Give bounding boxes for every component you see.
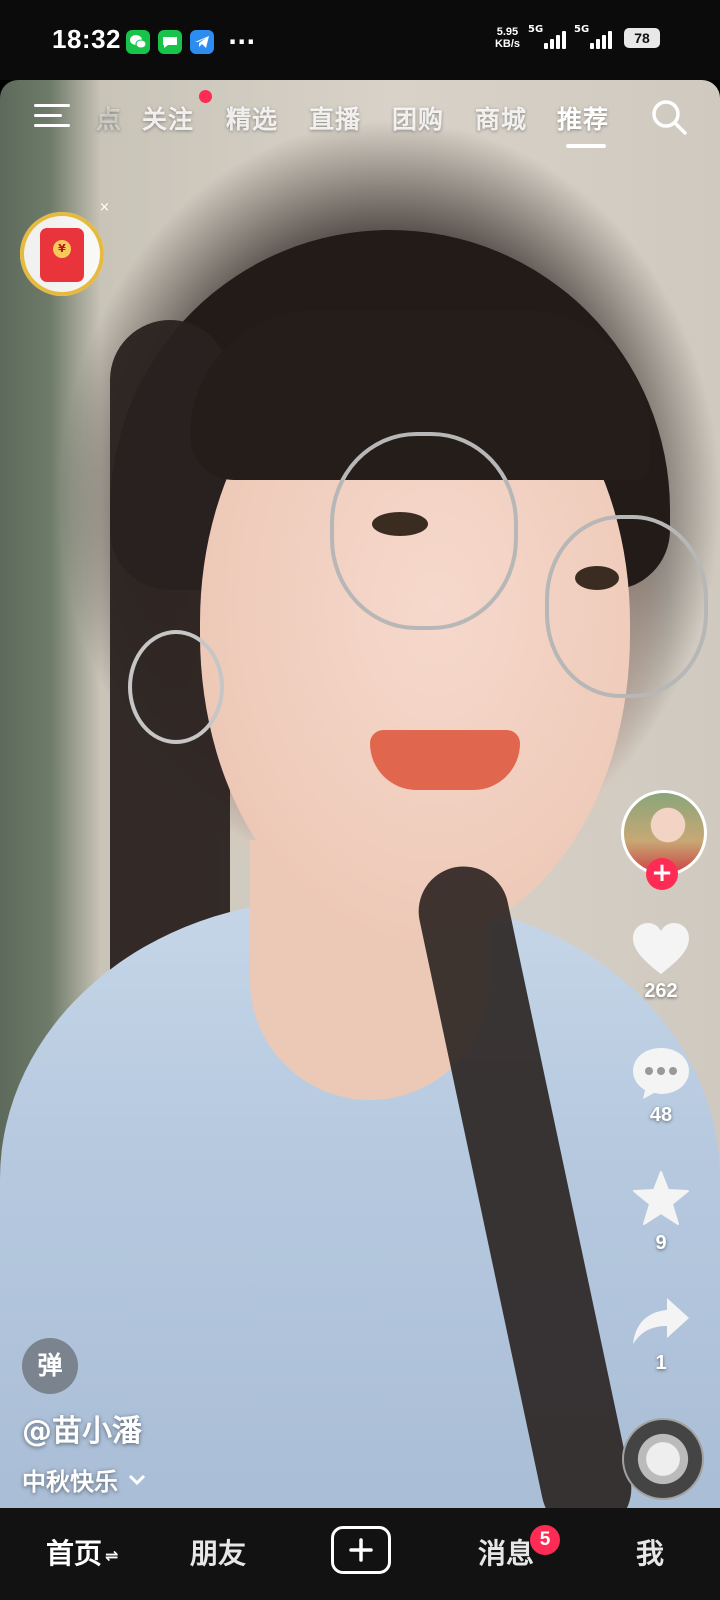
battery-indicator: 78 — [624, 28, 660, 48]
heart-icon — [633, 923, 689, 974]
favorite-count: 9 — [655, 1232, 667, 1254]
danmu-toggle-button[interactable]: 弹 — [22, 1338, 78, 1394]
tab-partial[interactable]: 点 — [96, 100, 122, 136]
search-icon[interactable] — [650, 98, 687, 135]
comment-button[interactable]: 48 — [626, 1046, 696, 1127]
share-button[interactable]: 1 — [626, 1296, 696, 1375]
chevron-down-icon — [128, 1474, 146, 1485]
tab-live[interactable]: 直播 — [309, 100, 361, 136]
messages-badge: 5 — [530, 1525, 560, 1555]
share-count: 1 — [655, 1352, 667, 1374]
follow-button[interactable]: + — [646, 858, 678, 890]
share-icon — [633, 1298, 689, 1344]
nav-messages[interactable]: 消息 — [478, 1532, 534, 1572]
signal-2-icon: 5G — [574, 24, 616, 49]
video-caption[interactable]: 中秋快乐 — [22, 1462, 146, 1497]
switch-icon: ⇌ — [105, 1545, 119, 1565]
music-disc[interactable] — [622, 1418, 704, 1500]
nav-me[interactable]: 我 — [636, 1532, 664, 1572]
tab-featured[interactable]: 精选 — [226, 100, 278, 136]
nav-home[interactable]: 首页 ⇌ — [46, 1532, 118, 1572]
caption-text: 中秋快乐 — [22, 1468, 118, 1496]
menu-icon[interactable] — [34, 100, 72, 132]
status-indicators: 5.95 KB/s 5G 5G 78 — [494, 24, 660, 50]
red-packet-widget[interactable]: ¥ — [20, 212, 104, 296]
create-button[interactable] — [331, 1526, 391, 1574]
red-packet-close-icon[interactable]: × — [99, 200, 110, 215]
message-app-icon — [158, 30, 182, 54]
nav-friends[interactable]: 朋友 — [190, 1532, 246, 1572]
tab-mall[interactable]: 商城 — [475, 100, 527, 136]
follow-notification-dot — [199, 90, 212, 103]
status-bar: 18:32 ··· 5.95 KB/s 5G 5G 78 — [0, 0, 720, 80]
status-time: 18:32 — [52, 24, 121, 54]
signal-1-icon: 5G — [528, 24, 566, 49]
tab-group-buy[interactable]: 团购 — [392, 100, 444, 136]
tab-recommend[interactable]: 推荐 — [557, 100, 609, 136]
author-name[interactable]: @苗小潘 — [22, 1406, 142, 1450]
favorite-button[interactable]: 9 — [626, 1170, 696, 1255]
comment-icon — [633, 1048, 689, 1099]
more-notifications-icon: ··· — [228, 28, 256, 56]
wechat-icon — [126, 30, 150, 54]
notification-icons: ··· — [126, 30, 255, 54]
star-icon — [633, 1171, 689, 1225]
like-button[interactable]: 262 — [626, 922, 696, 1003]
network-speed: 5.95 KB/s — [494, 26, 520, 50]
video-player[interactable] — [0, 80, 720, 1508]
like-count: 262 — [644, 980, 678, 1002]
comment-count: 48 — [649, 1104, 673, 1126]
telegram-icon — [190, 30, 214, 54]
active-tab-indicator — [566, 144, 606, 148]
plus-icon — [349, 1538, 373, 1562]
red-envelope-seal: ¥ — [53, 240, 71, 258]
tab-follow[interactable]: 关注 — [142, 100, 194, 136]
